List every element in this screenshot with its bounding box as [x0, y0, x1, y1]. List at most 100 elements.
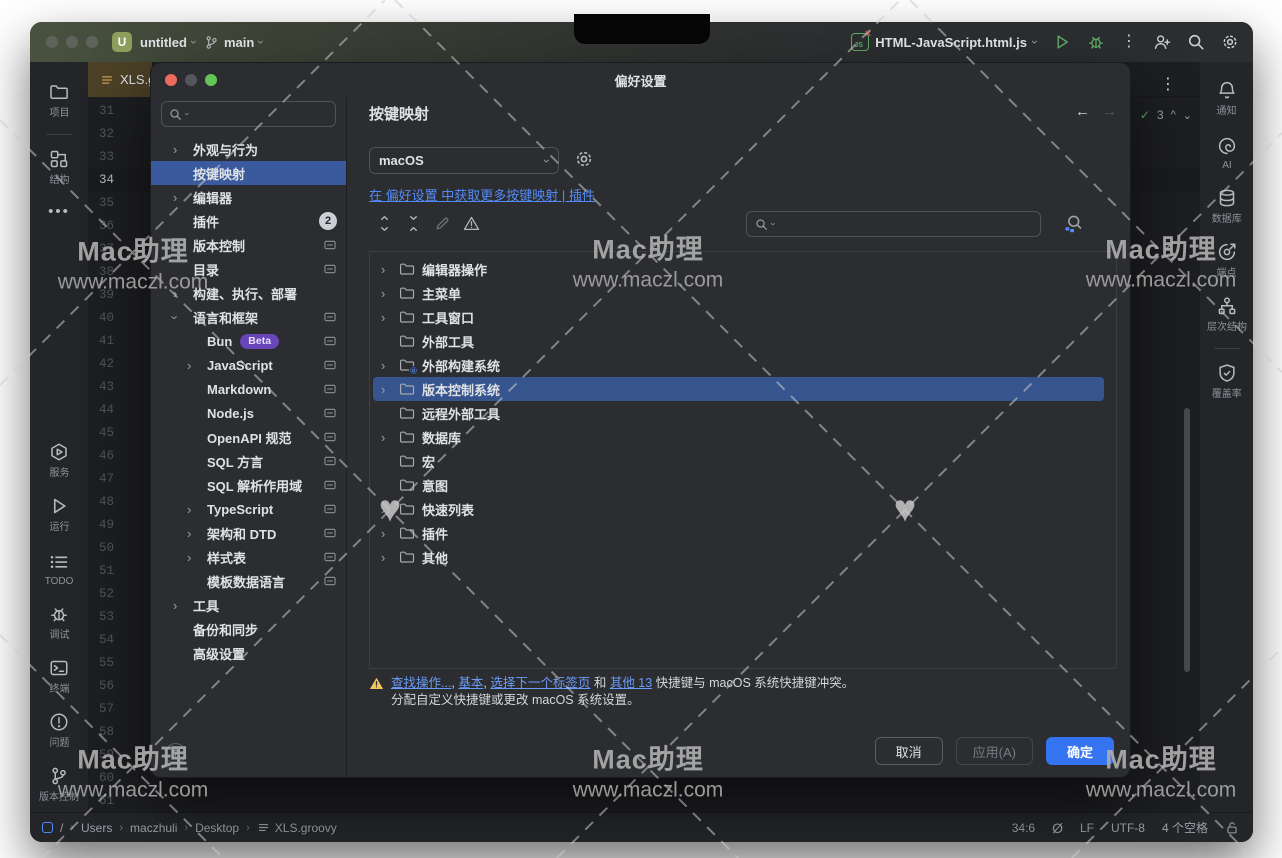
back-arrow-icon[interactable]: ← — [1075, 103, 1090, 120]
breadcrumb-file[interactable]: XLS.groovy — [257, 821, 337, 835]
settings-item-languages[interactable]: 语言和框架 — [151, 305, 346, 329]
settings-item-directories[interactable]: 目录 — [151, 257, 346, 281]
tool-services[interactable]: 服务 — [30, 434, 88, 488]
keymap-search-field[interactable]: › — [746, 211, 1041, 237]
breadcrumb-item[interactable]: Desktop — [195, 821, 239, 835]
tool-run[interactable]: 运行 — [30, 488, 88, 542]
keymap-scheme-select[interactable]: macOS › — [369, 147, 559, 174]
help-button[interactable]: ? — [165, 743, 186, 764]
settings-item-sql-resolution[interactable]: SQL 解析作用域 — [151, 473, 346, 497]
conflict-link-find-action[interactable]: 查找操作... — [391, 676, 451, 690]
next-problem-button[interactable]: ⌄ — [1183, 109, 1192, 122]
tool-version-control[interactable]: 版本控制 — [30, 758, 88, 812]
keymap-group-database[interactable]: 数据库 — [373, 425, 1104, 449]
breadcrumb[interactable]: / › Users › maczhuli › Desktop › XLS.gro… — [42, 821, 337, 835]
tool-debug[interactable]: 调试 — [30, 596, 88, 650]
keymap-group-tool-windows[interactable]: 工具窗口 — [373, 305, 1104, 329]
search-everywhere-icon[interactable] — [1187, 33, 1205, 51]
find-by-shortcut-icon[interactable] — [1063, 214, 1083, 234]
editor-tab[interactable]: XLS.g — [88, 62, 152, 97]
forward-arrow-icon[interactable]: → — [1102, 103, 1117, 120]
unlock-icon[interactable] — [1225, 821, 1239, 835]
tool-structure[interactable]: 结构 — [30, 141, 88, 195]
keymap-group-external-tools[interactable]: 外部工具 — [373, 329, 1104, 353]
settings-item-schemas-dtd[interactable]: 架构和 DTD — [151, 521, 346, 545]
minimize-window-button[interactable] — [66, 36, 78, 48]
prev-problem-button[interactable]: ^ — [1171, 109, 1176, 121]
keymap-group-remote-external-tools[interactable]: 远程外部工具 — [373, 401, 1104, 425]
cancel-button[interactable]: 取消 — [875, 737, 943, 765]
tool-todo[interactable]: TODO — [30, 542, 88, 596]
more-actions-button[interactable]: ⋮ — [1121, 34, 1137, 50]
keymap-search-input[interactable] — [779, 217, 1032, 231]
more-tool-windows-button[interactable]: ••• — [48, 195, 70, 227]
settings-gear-icon[interactable] — [1221, 33, 1239, 51]
vcs-widget[interactable]: main › — [204, 35, 263, 50]
collapse-all-icon[interactable] — [405, 215, 422, 232]
tool-coverage[interactable]: 覆盖率 — [1200, 355, 1253, 409]
keymap-group-external-build[interactable]: 外部构建系统 — [373, 353, 1104, 377]
tool-notifications[interactable]: 通知 — [1200, 72, 1253, 126]
settings-search-input[interactable] — [193, 107, 328, 121]
edit-shortcut-icon[interactable] — [434, 215, 451, 232]
run-button[interactable] — [1053, 33, 1071, 51]
tool-endpoints[interactable]: 端点 — [1200, 234, 1253, 288]
keymap-group-other[interactable]: 其他 — [373, 545, 1104, 569]
indent-style[interactable]: 4 个空格 — [1162, 819, 1208, 836]
settings-item-template-languages[interactable]: 模板数据语言 — [151, 569, 346, 593]
tool-ai[interactable]: AI — [1200, 126, 1253, 180]
conflict-link-basic[interactable]: 基本 — [458, 676, 483, 690]
breadcrumb-item[interactable]: maczhuli — [130, 821, 177, 835]
ok-button[interactable]: 确定 — [1046, 737, 1114, 765]
expand-all-icon[interactable] — [376, 215, 393, 232]
inspections-widget[interactable]: ✓ 3 ^ ⌄ — [1140, 108, 1192, 122]
settings-item-typescript[interactable]: TypeScript — [151, 497, 346, 521]
tool-hierarchy[interactable]: 层次结构 — [1200, 288, 1253, 342]
get-more-keymaps-link[interactable]: 在 偏好设置 中获取更多按键映射 | 插件 — [369, 185, 595, 204]
settings-item-plugins[interactable]: 插件2 — [151, 209, 346, 233]
settings-item-editor[interactable]: 编辑器 — [151, 185, 346, 209]
settings-item-sql-dialects[interactable]: SQL 方言 — [151, 449, 346, 473]
settings-search-field[interactable]: › — [161, 101, 336, 127]
debug-button[interactable] — [1087, 33, 1105, 51]
show-conflicts-icon[interactable] — [463, 215, 480, 232]
settings-item-stylesheets[interactable]: 样式表 — [151, 545, 346, 569]
settings-item-appearance[interactable]: 外观与行为 — [151, 137, 346, 161]
keymap-group-version-control[interactable]: 版本控制系统 — [373, 377, 1104, 401]
settings-item-javascript[interactable]: JavaScript — [151, 353, 346, 377]
editor-scrollbar[interactable] — [1184, 408, 1190, 672]
settings-item-nodejs[interactable]: Node.js — [151, 401, 346, 425]
keymap-group-editor-actions[interactable]: 编辑器操作 — [373, 257, 1104, 281]
keymap-group-quick-lists[interactable]: 快速列表 — [373, 497, 1104, 521]
window-traffic-lights[interactable] — [46, 36, 98, 48]
settings-item-markdown[interactable]: Markdown — [151, 377, 346, 401]
keymap-settings-gear-icon[interactable] — [574, 149, 594, 169]
caret-position[interactable]: 34:6 — [1012, 821, 1035, 835]
tool-project[interactable]: 项目 — [30, 74, 88, 128]
tool-terminal[interactable]: 终端 — [30, 650, 88, 704]
apply-button[interactable]: 应用(A) — [956, 737, 1033, 765]
settings-item-build[interactable]: 构建、执行、部署 — [151, 281, 346, 305]
keymap-group-plugins[interactable]: 插件 — [373, 521, 1104, 545]
settings-item-backup-sync[interactable]: 备份和同步 — [151, 617, 346, 641]
settings-item-bun[interactable]: BunBeta — [151, 329, 346, 353]
keymap-group-macros[interactable]: 宏 — [373, 449, 1104, 473]
file-encoding[interactable]: UTF-8 — [1111, 821, 1145, 835]
settings-item-advanced[interactable]: 高级设置 — [151, 641, 346, 665]
conflict-link-next-tab[interactable]: 选择下一个标签页 — [490, 676, 590, 690]
run-configuration-widget[interactable]: JS✕ HTML-JavaScript.html.js › — [851, 33, 1037, 51]
settings-item-openapi[interactable]: OpenAPI 规范 — [151, 425, 346, 449]
highlighting-level-icon[interactable]: Ø — [1052, 820, 1063, 836]
keymap-group-intentions[interactable]: 意图 — [373, 473, 1104, 497]
tool-problems[interactable]: 问题 — [30, 704, 88, 758]
settings-item-tools[interactable]: 工具 — [151, 593, 346, 617]
line-separator[interactable]: LF — [1080, 821, 1094, 835]
project-widget[interactable]: untitled › — [140, 35, 196, 50]
settings-item-version-control[interactable]: 版本控制 — [151, 233, 346, 257]
tool-database[interactable]: 数据库 — [1200, 180, 1253, 234]
keymap-group-main-menu[interactable]: 主菜单 — [373, 281, 1104, 305]
zoom-window-button[interactable] — [86, 36, 98, 48]
editor-options-button[interactable]: ⋮ — [1160, 74, 1176, 94]
close-window-button[interactable] — [46, 36, 58, 48]
breadcrumb-item[interactable]: / — [60, 821, 63, 835]
